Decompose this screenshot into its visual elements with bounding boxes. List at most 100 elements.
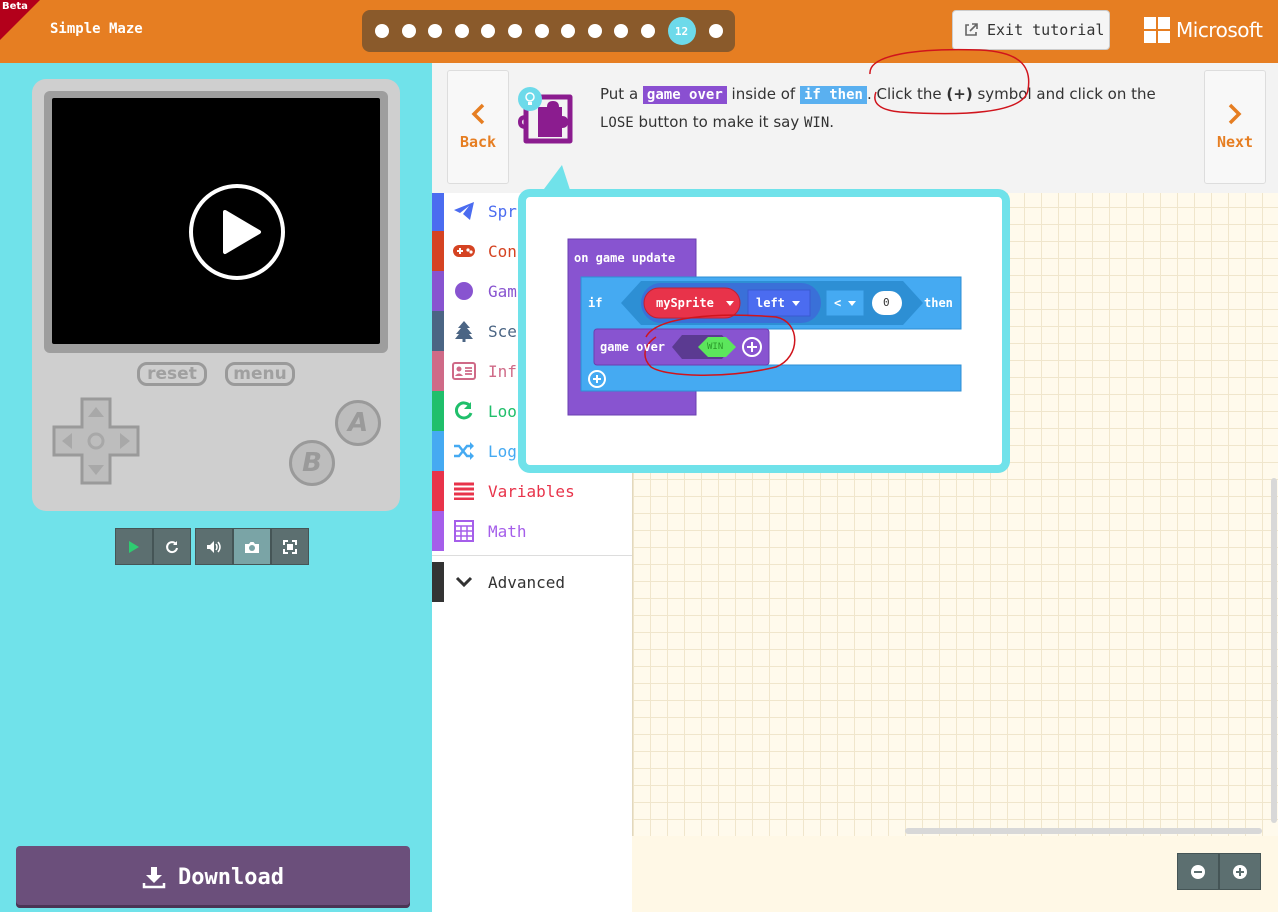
lose-keyword: LOSE — [600, 115, 634, 131]
step-dot[interactable] — [640, 24, 655, 38]
paper-plane-icon — [452, 199, 476, 223]
exit-tutorial-label: Exit tutorial — [987, 21, 1105, 39]
simulator-panel: reset menu A B Download — [0, 63, 432, 912]
category-label: Spr — [488, 201, 517, 221]
category-label: Variables — [488, 481, 575, 501]
value-input: 0 — [883, 296, 890, 309]
category-label: Inf — [488, 361, 517, 381]
refresh-icon — [166, 540, 178, 553]
minus-icon — [1191, 864, 1205, 879]
zoom-out-button[interactable] — [1177, 853, 1219, 890]
download-button[interactable]: Download — [16, 846, 410, 908]
brand-label: Microsoft — [1176, 18, 1263, 42]
step-dot[interactable] — [375, 24, 389, 38]
category-label: Advanced — [488, 572, 566, 592]
back-label: Back — [459, 133, 497, 151]
sprite-variable: mySprite — [656, 296, 714, 310]
hint-popup[interactable]: on game update if mySprite left < 0 then… — [518, 189, 1010, 473]
category-label: Con — [488, 241, 517, 261]
category-label: Gam — [488, 281, 517, 301]
next-label: Next — [1216, 133, 1254, 151]
circle-icon — [452, 279, 476, 303]
fullscreen-button[interactable] — [271, 528, 309, 565]
dpad-control[interactable] — [50, 395, 142, 487]
horizontal-scrollbar[interactable] — [905, 828, 1262, 834]
screen-bezel — [44, 91, 388, 353]
chevron-down-icon — [452, 570, 476, 594]
top-bar: Beta Simple Maze 12 Exit tutorial Micros… — [0, 0, 1278, 63]
if-then-keyword: if then — [799, 86, 867, 104]
loop-icon — [452, 399, 476, 423]
category-math[interactable]: Math — [432, 511, 632, 551]
reset-button[interactable]: reset — [137, 362, 207, 386]
download-icon — [142, 867, 166, 889]
game-screen[interactable] — [52, 98, 380, 344]
property-dropdown: left — [756, 296, 785, 310]
category-advanced[interactable]: Advanced — [432, 562, 632, 602]
chevron-left-icon — [471, 103, 485, 125]
fullscreen-icon — [283, 539, 297, 554]
step-dot[interactable] — [587, 24, 602, 38]
operator-dropdown: < — [834, 296, 842, 310]
game-console: reset menu A B — [32, 79, 400, 511]
step-dot[interactable] — [507, 24, 522, 38]
game-over-keyword: game over — [642, 86, 727, 104]
external-link-icon — [965, 23, 978, 36]
back-button[interactable]: Back — [447, 70, 509, 184]
step-dot[interactable] — [481, 24, 496, 38]
step-dot[interactable] — [428, 24, 443, 38]
annotation-circle — [869, 48, 1030, 115]
win-value: WIN — [707, 342, 724, 352]
vertical-scrollbar[interactable] — [1271, 478, 1277, 823]
play-icon[interactable] — [189, 184, 285, 280]
category-label: Loo — [488, 401, 517, 421]
instruction-text: . — [829, 113, 835, 131]
game-over-label: game over — [600, 340, 666, 354]
gamepad-icon — [452, 239, 476, 263]
current-step[interactable]: 12 — [667, 17, 696, 45]
category-variables[interactable]: Variables — [432, 471, 632, 511]
category-label: Sce — [488, 321, 517, 341]
zoom-in-button[interactable] — [1219, 853, 1261, 890]
list-icon — [452, 479, 476, 503]
category-label: Log — [488, 441, 517, 461]
tree-icon — [452, 319, 476, 343]
category-label: Math — [488, 521, 527, 541]
microsoft-logo[interactable]: Microsoft — [1144, 17, 1263, 43]
step-dot[interactable] — [561, 24, 576, 38]
play-button[interactable] — [115, 528, 153, 565]
restart-button[interactable] — [153, 528, 191, 565]
beta-label: Beta — [2, 1, 28, 12]
hint-blocks-diagram — [567, 238, 962, 416]
if-label: if — [588, 296, 603, 310]
step-dot[interactable] — [614, 24, 629, 38]
mute-button[interactable] — [195, 528, 233, 565]
instruction-text: button to make it say — [633, 113, 804, 131]
then-label: then — [924, 296, 953, 310]
instruction-text: inside of — [726, 85, 800, 103]
step-dot[interactable] — [534, 24, 549, 38]
volume-icon — [207, 540, 221, 553]
screenshot-button[interactable] — [233, 528, 271, 565]
step-dot[interactable] — [454, 24, 469, 38]
chevron-right-icon — [1228, 103, 1242, 125]
tutorial-step-bar: 12 — [362, 10, 735, 52]
id-card-icon — [452, 359, 476, 383]
next-button[interactable]: Next — [1204, 70, 1266, 184]
download-label: Download — [178, 864, 284, 890]
shuffle-icon — [452, 439, 476, 463]
lightbulb-icon — [518, 87, 542, 111]
project-title[interactable]: Simple Maze — [50, 21, 143, 37]
camera-icon — [245, 541, 259, 553]
on-game-update-label: on game update — [574, 251, 676, 265]
menu-button[interactable]: menu — [225, 362, 295, 386]
plus-icon — [1233, 864, 1247, 879]
calculator-icon — [452, 519, 476, 543]
play-icon — [129, 540, 139, 553]
step-dot[interactable] — [708, 24, 723, 38]
instruction-text: Put a — [600, 85, 643, 103]
b-button[interactable]: B — [289, 440, 335, 486]
step-dot[interactable] — [401, 24, 416, 38]
toolbox-divider — [432, 555, 632, 556]
a-button[interactable]: A — [335, 400, 381, 446]
